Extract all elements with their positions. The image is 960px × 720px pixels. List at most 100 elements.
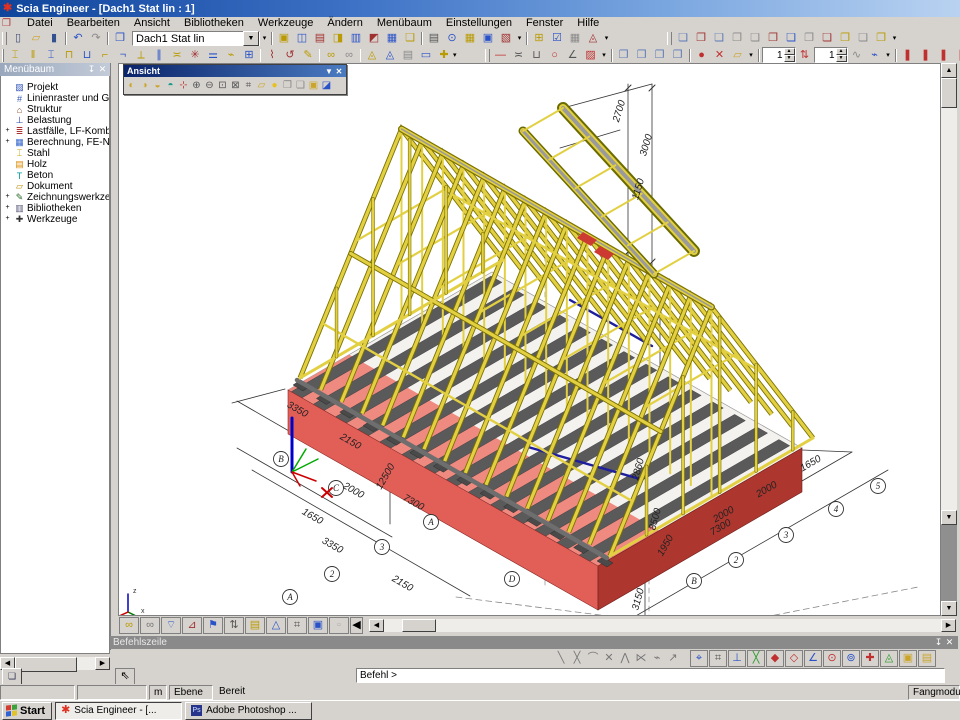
mdi-window-icon-1[interactable]: ❏ — [674, 31, 692, 46]
member-select-icon[interactable]: ⌔ — [161, 617, 181, 634]
tree-item[interactable]: ▤ Holz — [1, 159, 109, 170]
connect-icon[interactable]: ∞ — [322, 48, 340, 63]
menu-item[interactable]: Bearbeiten — [60, 17, 127, 30]
close-icon[interactable]: ✕ — [334, 67, 344, 76]
tree-expander[interactable] — [3, 83, 12, 92]
windows-dropdown-icon[interactable]: ▾ — [890, 31, 899, 46]
picture-icon[interactable]: ▣ — [479, 31, 497, 46]
triangle-snap-icon[interactable]: ◬ — [880, 650, 898, 667]
render-settings-icon[interactable]: ▣ — [275, 31, 293, 46]
mountain-icon[interactable]: △ — [266, 617, 286, 634]
clamp-icon[interactable]: ⊔ — [528, 48, 546, 63]
draw-icon[interactable]: ✎ — [299, 48, 317, 63]
steel-check-icon-4[interactable]: ❚ — [953, 48, 960, 63]
scroll-up-icon[interactable]: ▲ — [941, 63, 957, 78]
copy-view-icon-4[interactable]: ❐ — [669, 48, 687, 63]
ansicht-toolbar[interactable]: Ansicht ▼ ✕ ◐◑◒◓⊹⊕⊖⊡⊠⌗▱●❐❏▣◪ — [123, 64, 347, 95]
arbitrary-beam-icon[interactable]: ≍ — [168, 48, 186, 63]
status-unit[interactable]: m — [149, 685, 167, 700]
snap-line-icon[interactable]: ╲ — [553, 651, 569, 666]
menu-item[interactable]: Ansicht — [127, 17, 177, 30]
command-input[interactable]: Befehl > — [356, 668, 945, 683]
tree-expander[interactable] — [3, 94, 12, 103]
red-dot-icon[interactable]: ● — [693, 48, 711, 63]
table-snap-icon[interactable]: ▤ — [918, 650, 936, 667]
midpoint-icon[interactable]: ◇ — [785, 650, 803, 667]
chart-icon[interactable]: ◬ — [584, 31, 602, 46]
chain-gray-icon[interactable]: ∞ — [140, 617, 160, 634]
faded-icon[interactable]: ▫ — [329, 617, 349, 634]
mdi-window-icon-10[interactable]: ❐ — [836, 31, 854, 46]
ungroup-icon[interactable]: ◬ — [381, 48, 399, 63]
opening-icon[interactable]: ⌐ — [96, 48, 114, 63]
mark-dropdown-icon[interactable]: ▾ — [747, 48, 756, 63]
grid-icon[interactable]: ⌗ — [287, 617, 307, 634]
toolbar-grip[interactable] — [667, 32, 672, 45]
mdi-window-icon-3[interactable]: ❏ — [710, 31, 728, 46]
show-labels-icon[interactable]: ◩ — [365, 31, 383, 46]
show-numbers-icon[interactable]: ▦ — [383, 31, 401, 46]
center-snap-icon[interactable]: ⊙ — [823, 650, 841, 667]
chevron-down-icon[interactable]: ▼ — [324, 67, 334, 76]
scroll-thumb[interactable] — [941, 78, 957, 108]
line-result-icon[interactable]: — — [492, 48, 510, 63]
menu-item[interactable]: Hilfe — [570, 17, 606, 30]
calc-dropdown-icon[interactable]: ▾ — [602, 31, 611, 46]
tree-expander[interactable] — [3, 171, 12, 180]
tree-item[interactable]: ⌶ Stahl — [1, 148, 109, 159]
pin-icon[interactable]: ↧ — [86, 64, 97, 75]
tree-expander[interactable] — [3, 116, 12, 125]
scroll-track[interactable] — [15, 657, 95, 670]
snap-peak-icon[interactable]: ⋀ — [617, 651, 633, 666]
document-icon[interactable]: ▧ — [497, 31, 515, 46]
task-scia-engineer[interactable]: ✱ Scia Engineer - [... — [55, 702, 182, 720]
window-icon[interactable]: ▣ — [308, 617, 328, 634]
tools-icon[interactable]: ✚ — [435, 48, 453, 63]
scroll-right-icon[interactable]: ▶ — [941, 619, 956, 632]
print-preview-icon[interactable]: ⊙ — [443, 31, 461, 46]
new-file-icon[interactable]: ▯ — [9, 31, 27, 46]
canvas-hscrollbar[interactable]: ◀ ▶ — [369, 619, 956, 632]
mdi-window-icon-5[interactable]: ❏ — [746, 31, 764, 46]
tree-item[interactable]: T Beton — [1, 170, 109, 181]
group-icon[interactable]: ◬ — [363, 48, 381, 63]
spin-down-icon[interactable]: ▼ — [784, 55, 795, 62]
tree-item[interactable]: + ✚ Werkzeuge — [1, 214, 109, 225]
box-snap-icon[interactable]: ▣ — [899, 650, 917, 667]
rib-icon[interactable]: ¬ — [114, 48, 132, 63]
menu-item[interactable]: Einstellungen — [439, 17, 519, 30]
tree-item[interactable]: ⊥ Belastung — [1, 115, 109, 126]
snap-arc-icon[interactable]: ⌒ — [585, 651, 601, 666]
disconnect-icon[interactable]: ∞ — [340, 48, 358, 63]
steel-check-icon-2[interactable]: ❚ — [917, 48, 935, 63]
tree-item[interactable]: ▱ Dokument — [1, 181, 109, 192]
gallery-icon[interactable]: ▦ — [461, 31, 479, 46]
wall-icon[interactable]: ⊔ — [78, 48, 96, 63]
show-surfaces-icon[interactable]: ▤ — [311, 31, 329, 46]
combo-more-dropdown-icon[interactable]: ▾ — [260, 31, 269, 46]
copy-view-icon-2[interactable]: ❐ — [633, 48, 651, 63]
menu-item[interactable]: Bibliotheken — [177, 17, 251, 30]
show-volumes-icon[interactable]: ◫ — [293, 31, 311, 46]
misc-dropdown-icon[interactable]: ▾ — [884, 48, 893, 63]
view-axo-icon[interactable]: ◓ — [164, 78, 177, 93]
angle-icon[interactable]: ∠ — [564, 48, 582, 63]
view-y-icon[interactable]: ◑ — [138, 78, 151, 93]
steel-check-icon-3[interactable]: ❚ — [935, 48, 953, 63]
cursor-snap-icon[interactable]: ⌖ — [690, 650, 708, 667]
toolbar-collapse-icon[interactable]: ◀ — [350, 617, 363, 634]
menubaum-panel-header[interactable]: Menübaum ↧ ✕ — [0, 63, 110, 76]
result-chart-icon[interactable]: ⊿ — [182, 617, 202, 634]
toolbar-grip[interactable] — [485, 49, 490, 62]
menu-item[interactable]: Ändern — [320, 17, 369, 30]
status-snap-mode[interactable]: Fangmodus — [908, 685, 960, 700]
menu-item[interactable]: Werkzeuge — [251, 17, 320, 30]
cursor-mode-icon[interactable]: ⇖ — [115, 668, 135, 685]
befehlszeile-header[interactable]: Befehlszeile ↧ ✕ — [110, 636, 958, 649]
perspective-icon[interactable]: ◪ — [320, 78, 333, 93]
angle-snap-icon[interactable]: ∠ — [804, 650, 822, 667]
section-icon[interactable]: ▭ — [417, 48, 435, 63]
snap-delete-icon[interactable]: ✕ — [601, 651, 617, 666]
mdi-window-icon-8[interactable]: ❐ — [800, 31, 818, 46]
toolbar-grip[interactable] — [2, 32, 7, 45]
